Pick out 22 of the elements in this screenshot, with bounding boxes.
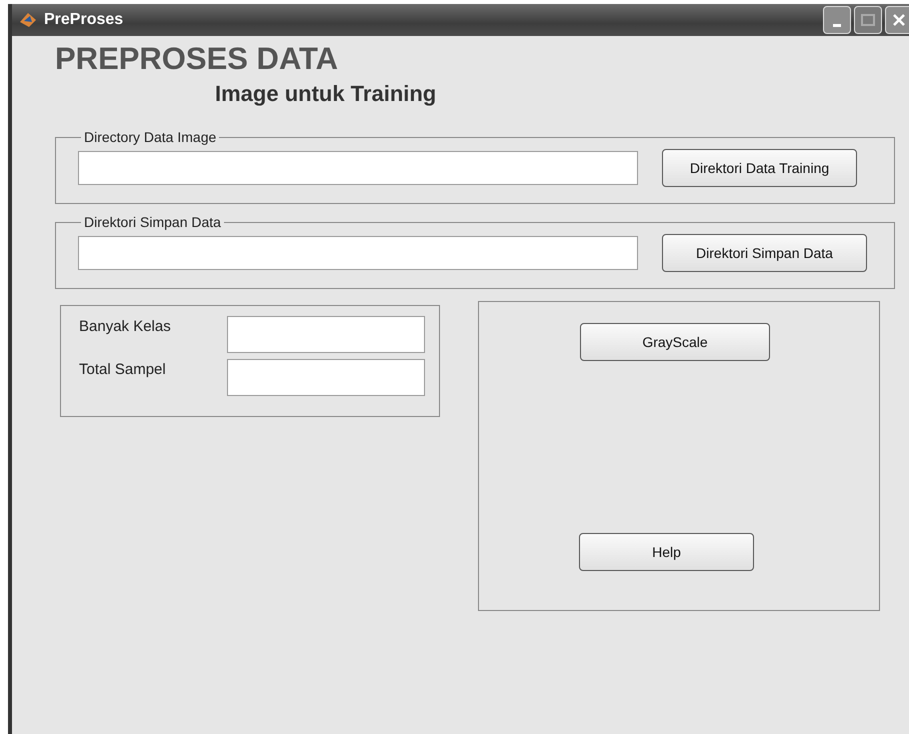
close-icon — [892, 13, 906, 27]
panel-legend: Directory Data Image — [81, 129, 220, 145]
minimize-icon — [833, 24, 841, 26]
maximize-button[interactable] — [854, 6, 882, 34]
panel-legend: Direktori Simpan Data — [81, 214, 224, 230]
subheading: Image untuk Training — [215, 81, 438, 107]
heading: PREPROSES DATA — [55, 41, 340, 77]
window-title: PreProses — [44, 11, 124, 29]
app-icon — [18, 10, 38, 30]
stats-field[interactable] — [227, 359, 425, 396]
path-field[interactable] — [78, 151, 638, 185]
action-button[interactable]: Help — [579, 533, 754, 571]
close-button[interactable] — [885, 6, 909, 34]
field-label: Banyak Kelas — [79, 318, 171, 335]
path-field[interactable] — [78, 236, 638, 270]
minimize-button[interactable] — [823, 6, 851, 34]
field-label: Total Sampel — [79, 361, 166, 378]
maximize-icon — [861, 14, 875, 26]
stats-field[interactable] — [227, 316, 425, 353]
directory-button[interactable]: Direktori Data Training — [662, 149, 857, 187]
action-button[interactable]: GrayScale — [580, 323, 770, 361]
directory-button[interactable]: Direktori Simpan Data — [662, 234, 867, 272]
